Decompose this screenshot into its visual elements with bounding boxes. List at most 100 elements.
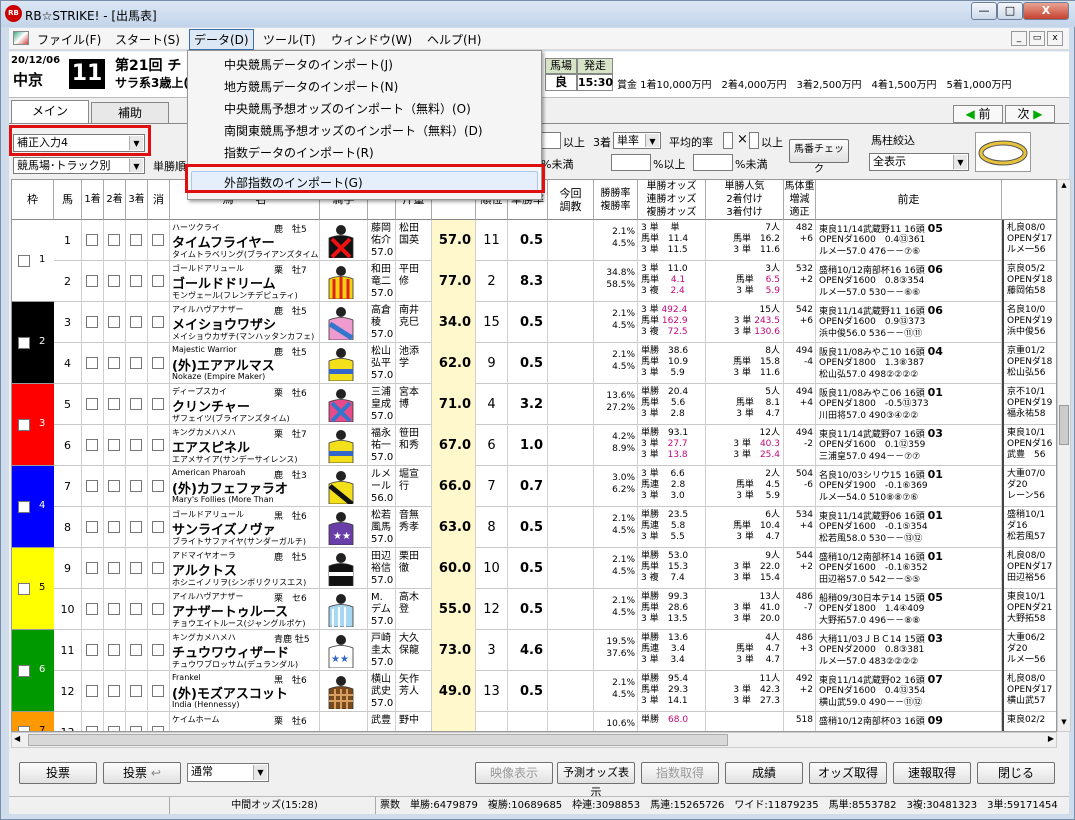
check-kesu[interactable] bbox=[152, 234, 164, 246]
trainer-cell[interactable]: 矢作 芳人 bbox=[396, 671, 432, 712]
next-button[interactable]: 次 ▶ bbox=[1005, 105, 1055, 123]
check-2nd[interactable] bbox=[108, 603, 120, 615]
check-1st[interactable] bbox=[86, 316, 98, 328]
waku-checkbox[interactable] bbox=[18, 336, 30, 349]
tab-hojo[interactable]: 補助 bbox=[91, 102, 169, 123]
col-header-1st[interactable]: 1着 bbox=[82, 180, 104, 220]
vertical-scrollbar[interactable]: ▲ ▼ bbox=[1057, 179, 1071, 732]
table-row[interactable]: 13 ケイムホーム 栗 牡6 武豊野中 10.6% 単勝 68.0 518 盛稍10/… bbox=[12, 712, 1056, 731]
track-image[interactable] bbox=[975, 132, 1031, 172]
baba-check-button[interactable]: 馬番チェック bbox=[789, 139, 849, 175]
table-row[interactable]: 5 ディープスカイ 栗 牡6 クリンチャー ザフェイツ(ブライアンズタイム) 三浦… bbox=[12, 384, 1056, 425]
check-kesu[interactable] bbox=[152, 480, 164, 492]
jockey-cell[interactable]: 和田 竜二 57.0 bbox=[368, 261, 396, 302]
trainer-cell[interactable]: 笹田 和秀 bbox=[396, 425, 432, 466]
check-kesu[interactable] bbox=[152, 685, 164, 697]
check-1st[interactable] bbox=[86, 562, 98, 574]
trainer-cell[interactable]: 池添 学 bbox=[396, 343, 432, 384]
index-get-button[interactable]: 指数取得 bbox=[641, 762, 719, 784]
col-header-odds[interactable]: 単勝オッズ 連勝オッズ 複勝オッズ bbox=[638, 180, 706, 220]
jockey-cell[interactable]: 田辺 裕信 57.0 bbox=[368, 548, 396, 589]
waku-checkbox[interactable] bbox=[18, 418, 30, 431]
close-window-button[interactable]: 閉じる bbox=[977, 762, 1055, 784]
odds-get-button[interactable]: オッズ取得 bbox=[809, 762, 887, 784]
menu-start[interactable]: スタート(S) bbox=[111, 31, 184, 48]
trainer-cell[interactable]: 堀宣 行 bbox=[396, 466, 432, 507]
check-3rd[interactable] bbox=[130, 439, 142, 451]
horse-name-cell[interactable]: キングカメハメハ 青鹿 牡5 チュウワウィザード チュウワブロッサム(デュランダ… bbox=[170, 630, 320, 671]
horse-name-cell[interactable]: American Pharoah 鹿 牡3 (外)カフェファラオ Mary's … bbox=[170, 466, 320, 507]
trainer-cell[interactable]: 南井 克巳 bbox=[396, 302, 432, 343]
check-1st[interactable] bbox=[86, 603, 98, 615]
jockey-cell[interactable]: 三浦 皇成 57.0 bbox=[368, 384, 396, 425]
check-1st[interactable] bbox=[86, 439, 98, 451]
menu-window[interactable]: ウィンドウ(W) bbox=[327, 31, 416, 48]
col-header-uma[interactable]: 馬 bbox=[54, 180, 82, 220]
prev-button[interactable]: ◀ 前 bbox=[953, 105, 1003, 123]
jockey-cell[interactable]: 武豊 bbox=[368, 712, 396, 731]
minimize-button[interactable]: — bbox=[971, 2, 997, 20]
check-2nd[interactable] bbox=[108, 644, 120, 656]
previous-race-2-cell[interactable]: 東良02/2 bbox=[1002, 712, 1056, 731]
table-row[interactable]: 4 Majestic Warrior 鹿 牡5 (外)エアアルマス Nokaze… bbox=[12, 343, 1056, 384]
check-3rd[interactable] bbox=[130, 357, 142, 369]
mdi-doc-icon[interactable] bbox=[13, 31, 29, 45]
jockey-cell[interactable]: 松若 風馬 57.0 bbox=[368, 507, 396, 548]
previous-race-cell[interactable]: 船稍09/30日本テ14 15頭 05 OPENダ1800 1.4④409 大野… bbox=[816, 589, 1002, 630]
previous-race-cell[interactable]: 東良11/14武蔵野11 16頭 05 OPENダ1600 0.4⑬361 ルメ… bbox=[816, 220, 1002, 261]
horse-name-cell[interactable]: アドマイヤオーラ 鹿 牡5 アルクトス ホシニイノリヲ(シンボリクリスエス) bbox=[170, 548, 320, 589]
previous-race-cell[interactable]: 盛稍10/12南部杯03 16頭 09 bbox=[816, 712, 1002, 731]
check-1st[interactable] bbox=[86, 685, 98, 697]
table-row[interactable]: 9 アドマイヤオーラ 鹿 牡5 アルクトス ホシニイノリヲ(シンボリクリスエス)… bbox=[12, 548, 1056, 589]
tab-main[interactable]: メイン bbox=[11, 100, 89, 123]
jockey-cell[interactable]: 横山 武史 57.0 bbox=[368, 671, 396, 712]
table-row[interactable]: 7 American Pharoah 鹿 牡3 (外)カフェファラオ Mary'… bbox=[12, 466, 1056, 507]
check-kesu[interactable] bbox=[152, 398, 164, 410]
trainer-cell[interactable]: 高木 登 bbox=[396, 589, 432, 630]
col-header-body[interactable]: 馬体重 増減 適正 bbox=[784, 180, 816, 220]
check-2nd[interactable] bbox=[108, 685, 120, 697]
check-kesu[interactable] bbox=[152, 644, 164, 656]
rate-select[interactable]: 単率 ▼ bbox=[613, 132, 661, 149]
check-1st[interactable] bbox=[86, 644, 98, 656]
check-2nd[interactable] bbox=[108, 316, 120, 328]
table-row[interactable]: 3 アイルハヴアナザー 鹿 牡5 メイショウワザシ メイショウカザチ(マンハッタ… bbox=[12, 302, 1056, 343]
menu-item-import-nankan-odds[interactable]: 南関東競馬予想オッズのインポート（無料）(D) bbox=[224, 122, 483, 139]
menu-item-import-index[interactable]: 指数データのインポート(R) bbox=[224, 144, 374, 161]
previous-race-2-cell[interactable]: 大重06/2 ダ20 ルメ一56 bbox=[1002, 630, 1056, 671]
table-row[interactable]: 2 ゴールドアリュール 栗 牡7 ゴールドドリーム モンヴェール(フレンチデピュ… bbox=[12, 261, 1056, 302]
check-kesu[interactable] bbox=[152, 357, 164, 369]
menu-item-import-external-index[interactable]: 外部指数のインポート(G) bbox=[224, 174, 363, 191]
check-kesu[interactable] bbox=[152, 316, 164, 328]
maximize-button[interactable]: □ bbox=[997, 2, 1023, 20]
check-2nd[interactable] bbox=[108, 275, 120, 287]
previous-race-cell[interactable]: 東良11/14武蔵野02 16頭 07 OPENダ1600 0.4⑬354 横山… bbox=[816, 671, 1002, 712]
menu-item-import-local[interactable]: 地方競馬データのインポート(N) bbox=[224, 78, 398, 95]
check-1st[interactable] bbox=[86, 480, 98, 492]
jockey-cell[interactable]: M. デム 57.0 bbox=[368, 589, 396, 630]
previous-race-cell[interactable]: 東良11/14武蔵野06 16頭 01 OPENダ1600 -0.1⑤354 松… bbox=[816, 507, 1002, 548]
cond-input-1[interactable] bbox=[541, 132, 561, 149]
col-header-waku[interactable]: 枠 bbox=[12, 180, 54, 220]
trainer-cell[interactable]: 音無 秀孝 bbox=[396, 507, 432, 548]
menu-file[interactable]: ファイル(F) bbox=[33, 31, 105, 48]
previous-race-2-cell[interactable]: 京良05/2 OPENダ18 藤岡佑58 bbox=[1002, 261, 1056, 302]
previous-race-2-cell[interactable]: 名良10/0 OPENダ19 浜中俊56 bbox=[1002, 302, 1056, 343]
check-3rd[interactable] bbox=[130, 480, 142, 492]
results-button[interactable]: 成績 bbox=[725, 762, 803, 784]
col-header-2nd[interactable]: 2着 bbox=[104, 180, 126, 220]
check-3rd[interactable] bbox=[130, 562, 142, 574]
trainer-cell[interactable]: 宮本 博 bbox=[396, 384, 432, 425]
horse-name-cell[interactable]: ゴールドアリュール 黒 牡6 サンライズノヴァ ブライトサファイヤ(サンダーガル… bbox=[170, 507, 320, 548]
previous-race-2-cell[interactable]: 札良08/0 OPENダ17 田辺裕56 bbox=[1002, 548, 1056, 589]
previous-race-cell[interactable]: 盛稍10/12南部杯14 16頭 01 OPENダ1600 -0.1⑥352 田… bbox=[816, 548, 1002, 589]
previous-race-2-cell[interactable]: 東良10/1 OPENダ16 武豊 56 bbox=[1002, 425, 1056, 466]
horse-name-cell[interactable]: Majestic Warrior 鹿 牡5 (外)エアアルマス Nokaze (… bbox=[170, 343, 320, 384]
col-header-rates[interactable]: 勝勝率 複勝率 bbox=[594, 180, 638, 220]
check-3rd[interactable] bbox=[130, 644, 142, 656]
trainer-cell[interactable]: 平田 修 bbox=[396, 261, 432, 302]
previous-race-cell[interactable]: 東良11/14武蔵野11 16頭 06 OPENダ1600 0.9⑬373 浜中… bbox=[816, 302, 1002, 343]
previous-race-cell[interactable]: 名良10/03シリウ15 16頭 01 OPENダ1900 -0.1⑥369 ル… bbox=[816, 466, 1002, 507]
vote-button[interactable]: 投票 bbox=[19, 762, 97, 784]
check-3rd[interactable] bbox=[130, 685, 142, 697]
